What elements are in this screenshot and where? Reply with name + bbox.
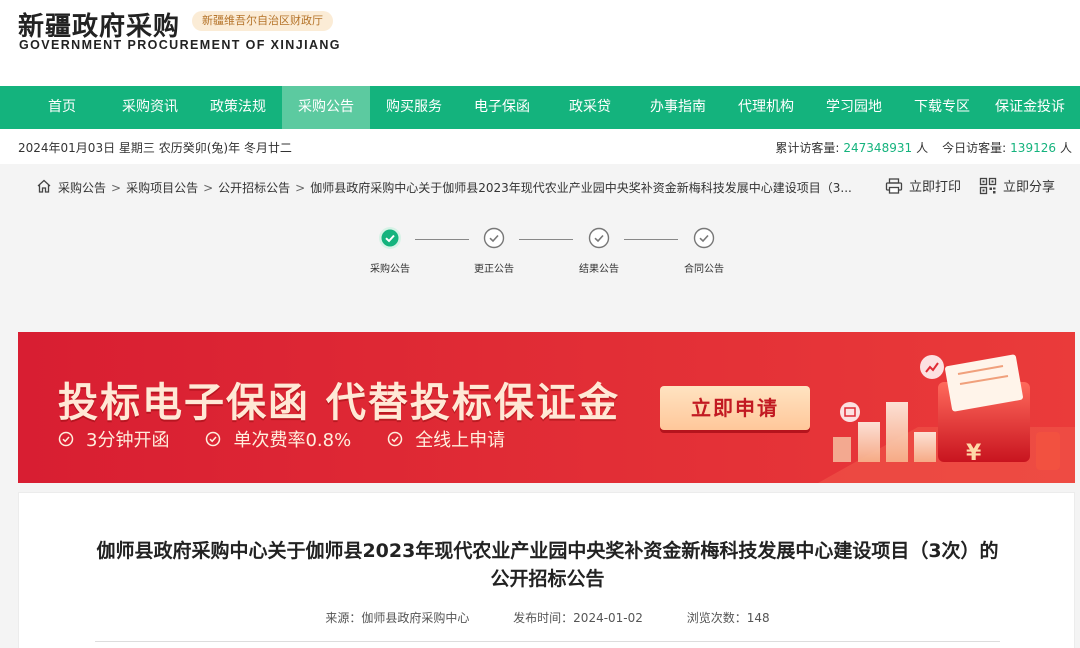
step-connector [519, 239, 573, 240]
article-source: 来源：伽师县政府采购中心 [325, 611, 470, 625]
share-button[interactable]: 立即分享 [979, 176, 1055, 195]
main-nav: 首页 采购资讯 政策法规 采购公告 购买服务 电子保函 政采贷 办事指南 代理机构 学习园地 下载专… [0, 86, 1080, 129]
today-visits-unit: 人 [1059, 141, 1072, 155]
qr-code-icon [979, 177, 997, 194]
breadcrumb-item-1[interactable]: 采购项目公告 [126, 181, 198, 195]
breadcrumb-item-3: 伽师县政府采购中心关于伽师县2023年现代农业产业园中央奖补资金新梅科技发展中心… [310, 181, 852, 195]
nav-item-0[interactable]: 首页 [18, 86, 106, 129]
step-check-icon [588, 227, 610, 249]
total-visits-label: 累计访客量: [775, 141, 840, 155]
breadcrumb-item-2[interactable]: 公开招标公告 [218, 181, 290, 195]
announcement-stepper: 采购公告 更正公告 结果公告 合同公告 [360, 226, 730, 276]
banner-illustration: ¥ [818, 354, 1075, 483]
check-circle-icon [58, 431, 74, 447]
nav-item-4[interactable]: 购买服务 [370, 86, 458, 129]
nav-item-6[interactable]: 政采贷 [546, 86, 634, 129]
total-visits-unit: 人 [916, 141, 929, 155]
step-connector [415, 239, 469, 240]
article-title: 伽师县政府采购中心关于伽师县2023年现代农业产业园中央奖补资金新梅科技发展中心… [96, 540, 999, 590]
step-label: 更正公告 [474, 264, 514, 275]
breadcrumb-bar: 采购公告 > 采购项目公告 > 公开招标公告 > 伽师县政府采购中心关于伽师县2023年现代… [18, 170, 1075, 204]
site-logo-subtitle: GOVERNMENT PROCUREMENT OF XINJIANG [19, 38, 341, 52]
nav-item-9[interactable]: 学习园地 [810, 86, 898, 129]
meta-divider [95, 641, 1000, 642]
svg-text:¥: ¥ [966, 441, 982, 466]
banner-feature-label: 全线上申请 [415, 430, 506, 451]
banner-feature-label: 单次费率0.8% [233, 430, 352, 451]
article-card: 伽师县政府采购中心关于伽师县2023年现代农业产业园中央奖补资金新梅科技发展中心… [18, 492, 1075, 648]
step-label: 合同公告 [684, 264, 724, 275]
nav-item-8[interactable]: 代理机构 [722, 86, 810, 129]
step-check-icon [483, 227, 505, 249]
breadcrumb: 采购公告 > 采购项目公告 > 公开招标公告 > 伽师县政府采购中心关于伽师县2023年现代… [58, 181, 852, 195]
site-header: 新疆政府采购 新疆维吾尔自治区财政厅 GOVERNMENT PROCUREMEN… [0, 0, 1080, 86]
step-3[interactable]: 合同公告 [674, 226, 734, 275]
nav-item-10[interactable]: 下载专区 [898, 86, 986, 129]
authority-badge: 新疆维吾尔自治区财政厅 [192, 11, 333, 31]
check-circle-icon [387, 431, 403, 447]
e-guarantee-banner[interactable]: 投标电子保函 代替投标保证金 3分钟开函 单次费率0.8% 全线上申请 立即申请 ¥ [18, 332, 1075, 483]
step-1[interactable]: 更正公告 [464, 226, 524, 275]
total-visits-value: 247348931 [843, 141, 913, 155]
today-visits-label: 今日访客量: [942, 141, 1007, 155]
banner-feature-2: 全线上申请 [387, 426, 505, 452]
share-label: 立即分享 [1002, 180, 1055, 195]
nav-item-2[interactable]: 政策法规 [194, 86, 282, 129]
info-bar: 2024年01月03日 星期三 农历癸卯(兔)年 冬月廿二 累计访客量: 2473… [0, 129, 1080, 164]
banner-feature-0: 3分钟开函 [58, 426, 169, 452]
step-label: 结果公告 [579, 264, 619, 275]
check-circle-icon [206, 431, 221, 447]
printer-icon [885, 177, 903, 194]
nav-item-5[interactable]: 电子保函 [458, 86, 546, 129]
nav-item-7[interactable]: 办事指南 [634, 86, 722, 129]
banner-title: 投标电子保函 代替投标保证金 [58, 380, 620, 426]
nav-item-3[interactable]: 采购公告 [282, 86, 370, 129]
step-2[interactable]: 结果公告 [569, 226, 629, 275]
nav-item-1[interactable]: 采购资讯 [106, 86, 194, 129]
breadcrumb-item-0[interactable]: 采购公告 [58, 181, 106, 195]
print-label: 立即打印 [908, 180, 961, 195]
banner-feature-label: 3分钟开函 [86, 430, 170, 451]
visitor-stats: 累计访客量: 247348931 人今日访客量: 139126 人 [775, 139, 1072, 156]
article-views: 浏览次数：148 [686, 611, 770, 625]
banner-features: 3分钟开函 单次费率0.8% 全线上申请 [58, 426, 505, 452]
step-label: 采购公告 [370, 264, 410, 275]
apply-now-button[interactable]: 立即申请 [660, 386, 810, 430]
page-actions: 立即打印 立即分享 [885, 176, 1055, 195]
banner-feature-1: 单次费率0.8% [205, 426, 351, 452]
home-icon[interactable] [36, 178, 52, 194]
today-visits-value: 139126 [1010, 141, 1056, 155]
step-check-icon [693, 227, 715, 249]
article-meta: 来源：伽师县政府采购中心 发布时间：2024-01-02 浏览次数：148 [19, 609, 1076, 626]
step-check-icon [379, 227, 401, 249]
step-0[interactable]: 采购公告 [360, 226, 420, 275]
article-publish-time: 发布时间：2024-01-02 [513, 611, 643, 625]
current-date: 2024年01月03日 星期三 农历癸卯(兔)年 冬月廿二 [18, 141, 292, 155]
print-button[interactable]: 立即打印 [885, 176, 961, 195]
step-connector [624, 239, 678, 240]
nav-item-11[interactable]: 保证金投诉 [986, 86, 1074, 129]
